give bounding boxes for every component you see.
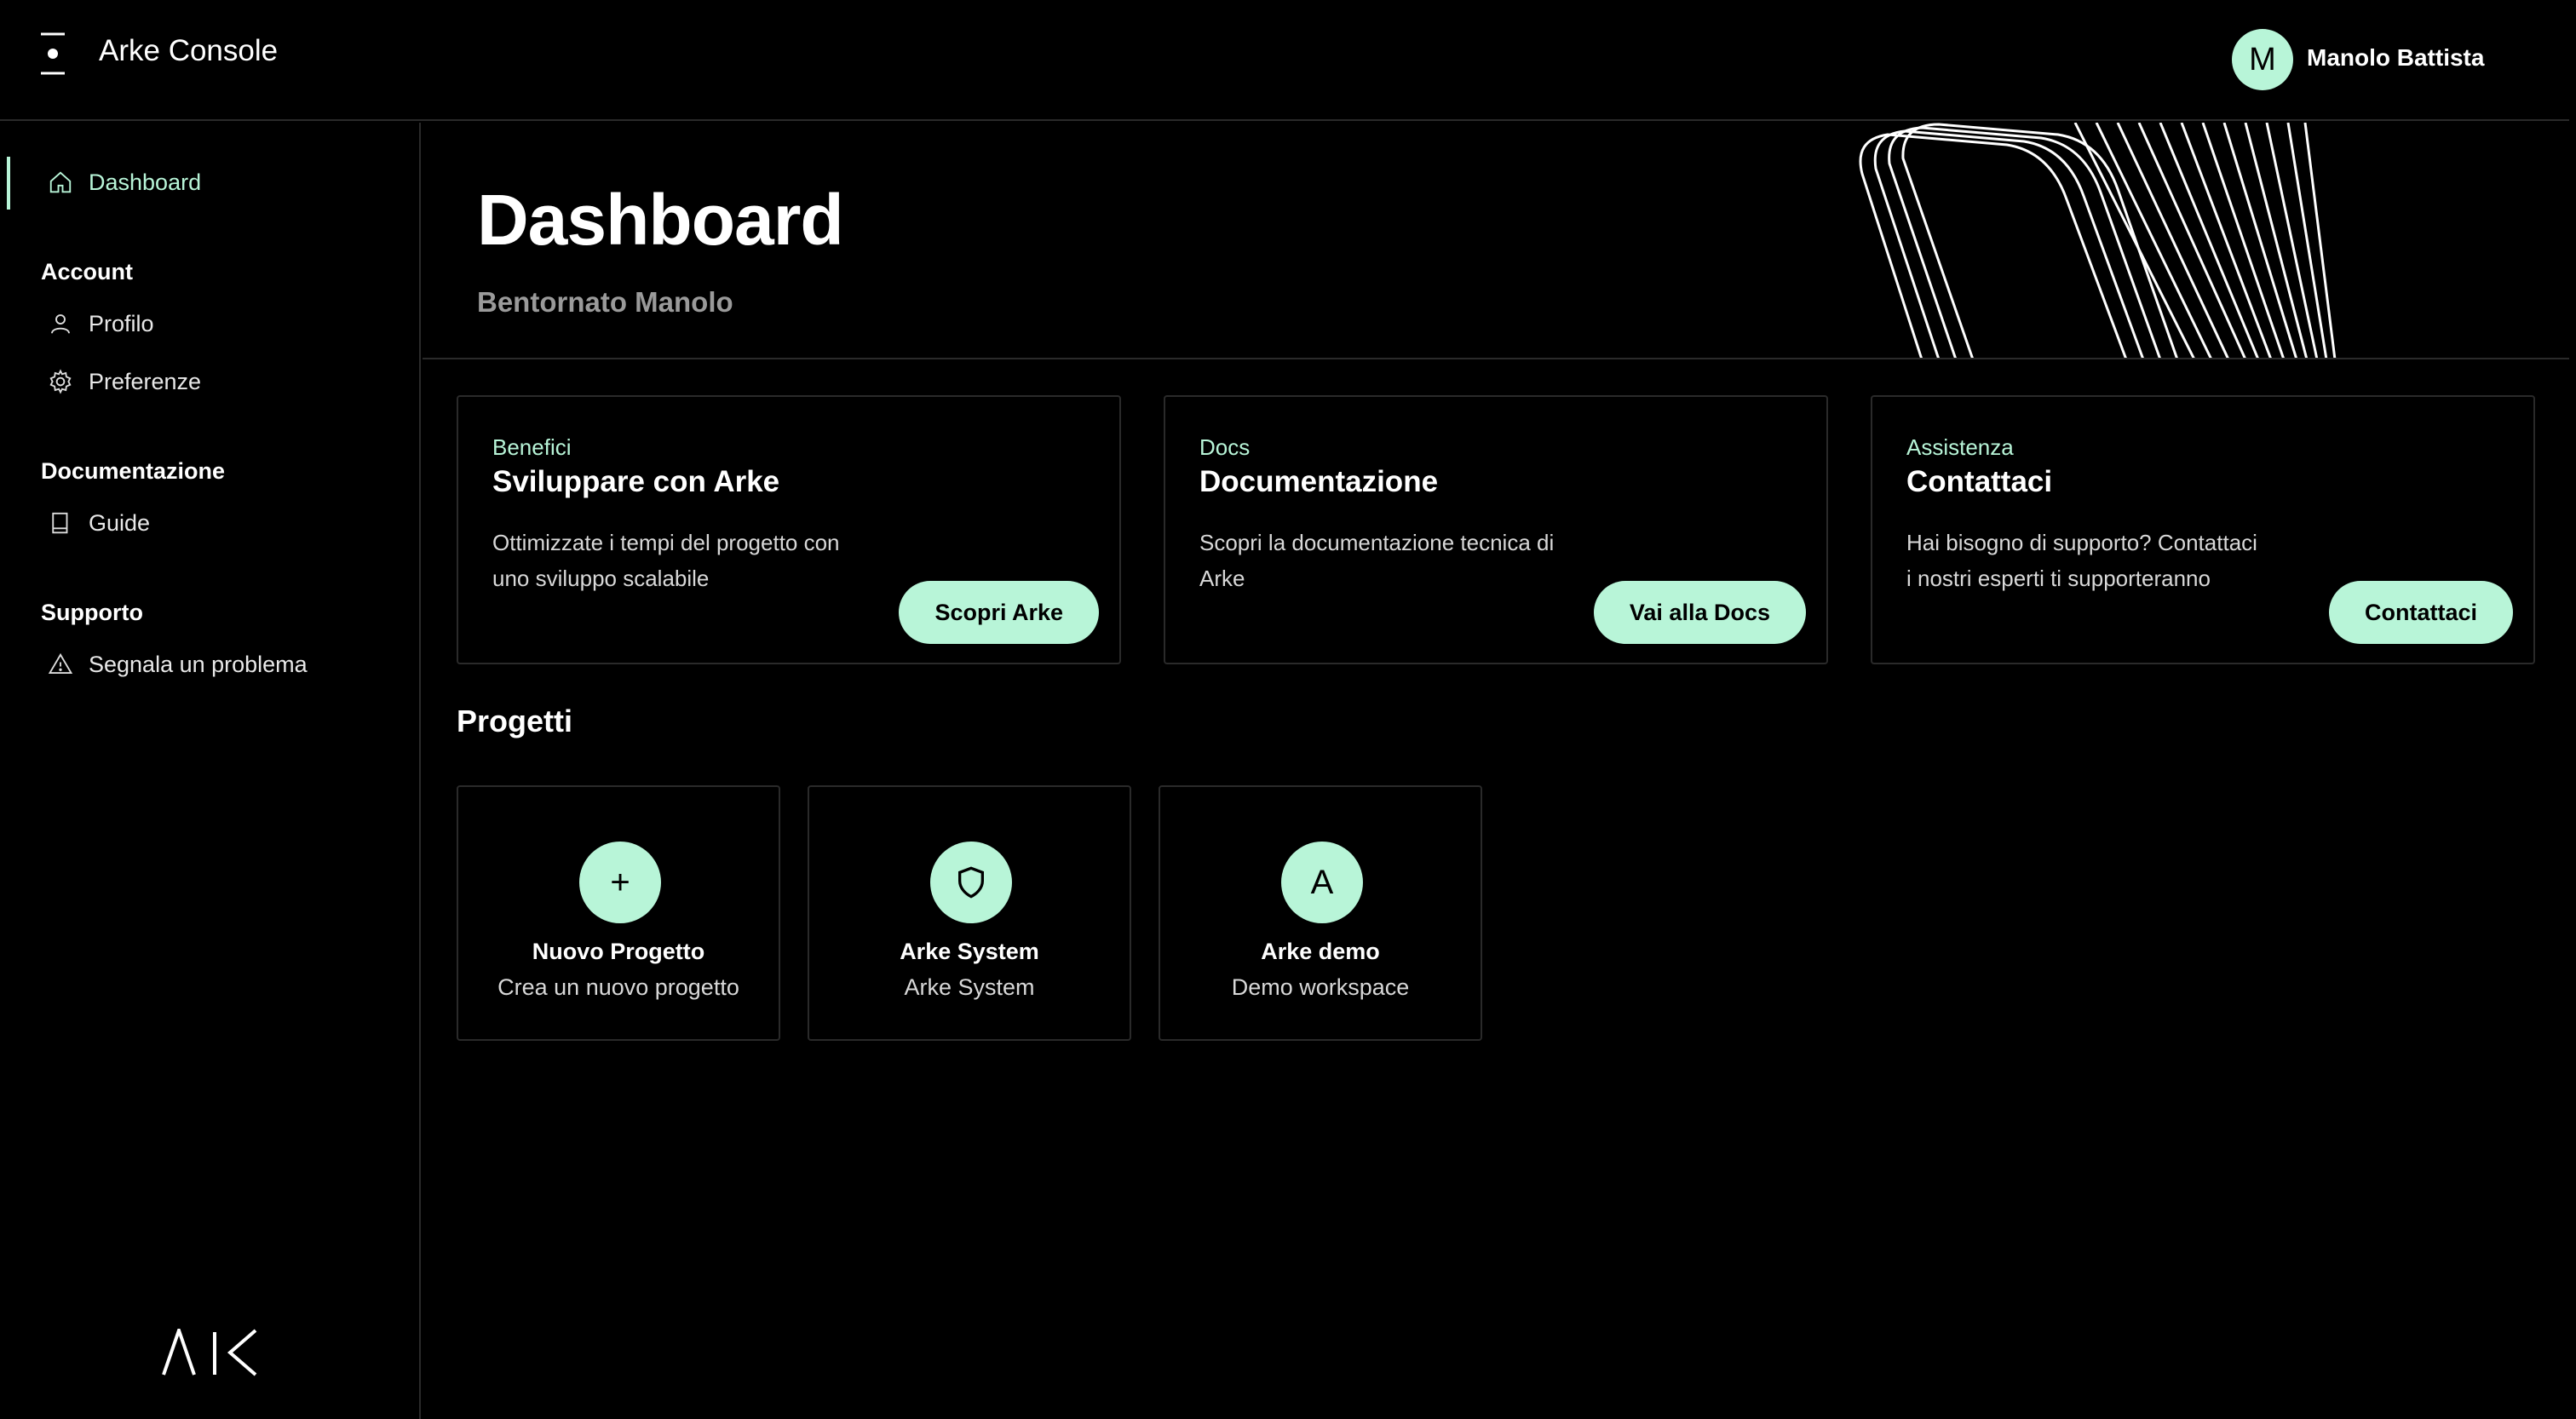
sidebar-item-label: Dashboard (89, 169, 202, 195)
sidebar-item-guide[interactable]: Guide (48, 506, 150, 540)
sidebar-item-preferenze[interactable]: Preferenze (48, 365, 201, 399)
app-title: Arke Console (99, 34, 279, 67)
active-indicator (7, 157, 10, 210)
project-name: Arke System (900, 939, 1039, 964)
project-name: Arke demo (1261, 939, 1380, 964)
sidebar-item-label: Preferenze (89, 368, 202, 394)
card-description: Hai bisogno di supporto? Contattaci i no… (1906, 530, 2257, 591)
section-heading-account: Account (41, 259, 133, 284)
welcome-subtitle: Bentornato Manolo (477, 286, 733, 318)
avatar[interactable]: M (2232, 29, 2293, 90)
user-icon (51, 314, 70, 334)
project-subtitle: Crea un nuovo progetto (497, 974, 739, 1000)
project-subtitle: Demo workspace (1231, 974, 1410, 1000)
card-title: Sviluppare con Arke (492, 465, 780, 498)
projects-title: Progetti (457, 704, 573, 738)
decorative-stacked-lines (1859, 123, 2337, 358)
sidebar-item-label: Guide (89, 509, 151, 536)
card-eyebrow: Benefici (492, 434, 572, 460)
section-heading-supporto: Supporto (41, 600, 143, 625)
card-eyebrow: Assistenza (1906, 434, 2014, 460)
card-title: Documentazione (1199, 465, 1439, 498)
scopri-arke-button[interactable]: Scopri Arke (899, 581, 1099, 644)
letter-a-icon: A (1281, 842, 1363, 923)
sidebar-item-label: Profilo (89, 310, 154, 336)
plus-icon: + (579, 842, 661, 923)
project-subtitle: Arke System (904, 974, 1035, 1000)
gear-icon (49, 369, 72, 394)
project-card-arke-demo[interactable]: A Arke demo Demo workspace (1159, 785, 1482, 1041)
sidebar-item-label: Segnala un problema (89, 651, 308, 677)
top-bar: Arke Console M Manolo Battista (0, 0, 2569, 121)
shield-icon (930, 842, 1012, 923)
sidebar-item-dashboard[interactable]: Dashboard (48, 165, 201, 199)
arke-logo (162, 1329, 257, 1376)
hero: Dashboard Bentornato Manolo (423, 123, 2569, 359)
menu-icon[interactable] (37, 32, 68, 75)
card-eyebrow: Docs (1199, 434, 1251, 460)
card-docs: Docs Documentazione Scopri la documentaz… (1164, 395, 1828, 664)
warning-icon (48, 652, 73, 674)
section-heading-documentazione: Documentazione (41, 458, 226, 484)
project-name: Nuovo Progetto (532, 939, 705, 964)
book-icon (52, 512, 68, 534)
card-description: Ottimizzate i tempi del progetto con uno… (492, 530, 840, 591)
card-assistenza: Assistenza Contattaci Hai bisogno di sup… (1871, 395, 2535, 664)
sidebar-item-segnala[interactable]: Segnala un problema (48, 647, 308, 681)
vai-alla-docs-button[interactable]: Vai alla Docs (1593, 581, 1806, 644)
home-icon (49, 171, 72, 193)
project-card-arke-system[interactable]: Arke System Arke System (808, 785, 1131, 1041)
user-name[interactable]: Manolo Battista (2307, 44, 2484, 72)
card-benefici: Benefici Sviluppare con Arke Ottimizzate… (457, 395, 1121, 664)
contattaci-button[interactable]: Contattaci (2328, 581, 2513, 644)
sidebar-item-profilo[interactable]: Profilo (48, 307, 154, 341)
page-title: Dashboard (477, 180, 844, 260)
sidebar: Dashboard Account Profilo Preferenze Doc… (0, 123, 421, 1419)
project-card-new[interactable]: + Nuovo Progetto Crea un nuovo progetto (457, 785, 780, 1041)
card-title: Contattaci (1906, 465, 2053, 498)
card-description: Scopri la documentazione tecnica di Arke (1199, 530, 1555, 591)
